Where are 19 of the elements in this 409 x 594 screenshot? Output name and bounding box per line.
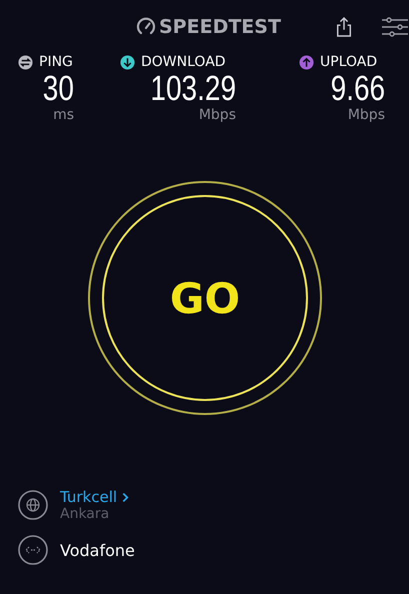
globe-icon <box>18 490 48 520</box>
share-icon[interactable] <box>334 16 353 38</box>
metric-value: 9.66 <box>330 71 385 107</box>
speedtest-logo: SPEEDTEST <box>136 16 281 38</box>
metric-label: UPLOAD <box>320 54 378 70</box>
metric-unit: ms <box>53 107 74 123</box>
metric-value: 103.29 <box>150 71 236 107</box>
location-text: Ankara <box>60 506 110 522</box>
gauge-icon <box>136 17 156 37</box>
settings-icon[interactable] <box>382 16 408 38</box>
go-button[interactable]: GO <box>102 195 308 401</box>
metric-label: DOWNLOAD <box>141 54 226 70</box>
metric-unit: Mbps <box>348 107 385 123</box>
metric-label: PING <box>39 54 73 70</box>
isp-link[interactable]: Turkcell <box>60 488 130 506</box>
server-name: Vodafone <box>60 540 135 560</box>
metric-value: 30 <box>42 71 74 107</box>
metric-unit: Mbps <box>198 107 236 123</box>
chevron-icon <box>122 492 130 502</box>
